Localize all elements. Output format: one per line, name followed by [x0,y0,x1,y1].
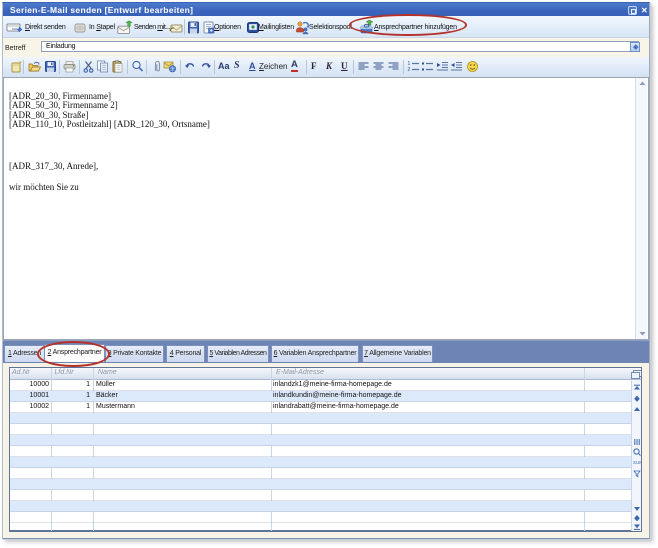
svg-text:SUM: SUM [633,460,641,465]
svg-text:2: 2 [408,67,411,73]
